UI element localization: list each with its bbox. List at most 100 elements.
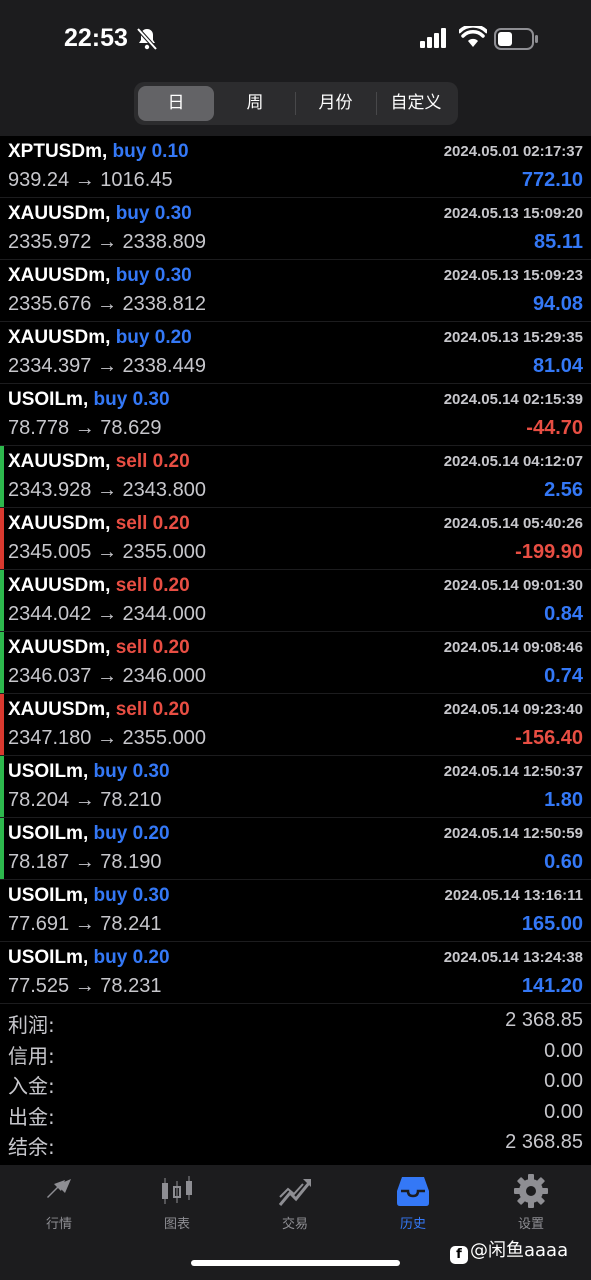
deal-prices: 2343.928 → 2343.800 [8, 479, 206, 502]
period-segmented-control: 日 周 月份 自定义 [134, 82, 458, 125]
deal-open-price: 2347.180 [8, 727, 92, 749]
deal-symbol-line: XAUUSDm, buy 0.20 [8, 327, 192, 349]
deal-symbol: USOILm [8, 389, 83, 410]
deal-symbol: XAUUSDm [8, 203, 106, 224]
deal-volume: 0.20 [152, 699, 190, 720]
deal-open-price: 78.204 [8, 789, 70, 811]
deal-close-price: 78.190 [100, 851, 162, 873]
deal-side: buy [112, 141, 147, 162]
tab-label: 历史 [399, 1217, 426, 1232]
deal-open-price: 2335.972 [8, 231, 92, 253]
deal-comma: , [101, 141, 113, 162]
segment-week[interactable]: 周 [216, 86, 294, 121]
deal-row[interactable]: XPTUSDm, buy 0.10 2024.05.01 02:17:37 939.… [0, 136, 591, 198]
deal-comma: , [105, 699, 116, 720]
deal-symbol-line: XAUUSDm, sell 0.20 [8, 451, 190, 473]
deal-row[interactable]: USOILm, buy 0.20 2024.05.14 12:50:59 78.18… [0, 818, 591, 880]
deal-close-price: 1016.45 [100, 169, 173, 191]
tab-chart[interactable]: 图表 [118, 1165, 236, 1235]
deal-prices: 78.778 → 78.629 [8, 417, 161, 440]
segment-custom[interactable]: 自定义 [377, 86, 455, 121]
deal-side: sell [115, 699, 148, 720]
deal-prices: 2335.972 → 2338.809 [8, 231, 206, 254]
arrow-right-icon: → [74, 975, 95, 997]
deal-comma: , [105, 513, 116, 534]
deal-row[interactable]: XAUUSDm, sell 0.20 2024.05.14 09:23:40 234… [0, 694, 591, 756]
deal-row[interactable]: XAUUSDm, sell 0.20 2024.05.14 09:08:46 234… [0, 632, 591, 694]
deal-comma: , [105, 575, 116, 596]
deal-comma: , [105, 637, 116, 658]
deal-symbol-line: XPTUSDm, buy 0.10 [8, 141, 189, 163]
deal-side: buy [93, 885, 128, 906]
tab-history[interactable]: 历史 [354, 1165, 472, 1235]
deal-symbol: XAUUSDm [8, 513, 106, 534]
deal-volume: 0.20 [152, 451, 190, 472]
deal-prices: 2347.180 → 2355.000 [8, 727, 206, 750]
deal-row[interactable]: XAUUSDm, buy 0.30 2024.05.13 15:09:23 2335… [0, 260, 591, 322]
deal-side: sell [115, 451, 148, 472]
deal-row[interactable]: USOILm, buy 0.30 2024.05.14 13:16:11 77.69… [0, 880, 591, 942]
deal-row[interactable]: XAUUSDm, sell 0.20 2024.05.14 04:12:07 234… [0, 446, 591, 508]
deal-profit: 141.20 [521, 975, 583, 997]
status-bar: 22:53 [0, 0, 591, 80]
deal-open-price: 2343.928 [8, 479, 92, 501]
deal-side: sell [115, 513, 148, 534]
deal-status-bar [0, 446, 4, 507]
deal-close-price: 78.629 [100, 417, 162, 439]
deal-symbol: XAUUSDm [8, 265, 106, 286]
deal-comma: , [105, 327, 116, 348]
segment-day[interactable]: 日 [138, 86, 214, 121]
deal-datetime: 2024.05.14 09:01:30 [443, 577, 583, 594]
deal-profit: 165.00 [521, 913, 583, 935]
deal-profit: 0.60 [544, 851, 583, 873]
deal-side: buy [115, 203, 150, 224]
arrow-right-icon: → [96, 541, 117, 563]
summary-value: 0.00 [544, 1039, 583, 1062]
deal-row[interactable]: USOILm, buy 0.30 2024.05.14 02:15:39 78.77… [0, 384, 591, 446]
deal-datetime: 2024.05.14 05:40:26 [443, 515, 583, 532]
segment-month[interactable]: 月份 [296, 86, 375, 121]
deal-row[interactable]: XAUUSDm, buy 0.20 2024.05.13 15:29:35 2334… [0, 322, 591, 384]
deal-prices: 939.24 → 1016.45 [8, 169, 173, 192]
deal-profit: 0.74 [544, 665, 583, 687]
deal-profit: 85.11 [534, 231, 583, 253]
deal-profit: -44.70 [526, 417, 583, 439]
deal-symbol: XAUUSDm [8, 327, 106, 348]
deal-close-price: 2343.800 [122, 479, 206, 501]
history-tray-icon [397, 1177, 429, 1206]
deal-volume: 0.20 [152, 575, 190, 596]
tab-settings[interactable]: 设置 [472, 1165, 590, 1235]
xianyu-logo-icon: f [450, 1246, 468, 1264]
deal-symbol-line: USOILm, buy 0.30 [8, 389, 170, 411]
arrow-right-icon: → [74, 417, 95, 439]
deal-prices: 78.187 → 78.190 [8, 851, 161, 874]
deal-close-price: 2338.809 [122, 231, 206, 253]
deal-symbol-line: XAUUSDm, sell 0.20 [8, 513, 190, 535]
tab-trade[interactable]: 交易 [236, 1165, 354, 1235]
summary-label: 出金: [8, 1104, 55, 1129]
deal-volume: 0.20 [154, 327, 192, 348]
arrow-right-icon: → [96, 479, 117, 501]
deal-volume: 0.20 [132, 947, 170, 968]
summary-label: 信用: [8, 1043, 55, 1068]
deal-volume: 0.30 [132, 389, 170, 410]
deal-row[interactable]: XAUUSDm, buy 0.30 2024.05.13 15:09:20 2335… [0, 198, 591, 260]
deal-row[interactable]: USOILm, buy 0.20 2024.05.14 13:24:38 77.52… [0, 942, 591, 1004]
tab-quotes[interactable]: 行情 [0, 1165, 118, 1235]
deal-close-price: 2346.000 [122, 665, 206, 687]
deal-row[interactable]: USOILm, buy 0.30 2024.05.14 12:50:37 78.20… [0, 756, 591, 818]
deal-comma: , [105, 265, 116, 286]
summary-value: 2 368.85 [505, 1009, 583, 1031]
arrow-right-icon: → [74, 789, 95, 811]
deal-row[interactable]: XAUUSDm, sell 0.20 2024.05.14 09:01:30 234… [0, 570, 591, 632]
home-indicator[interactable] [191, 1260, 400, 1266]
deal-datetime: 2024.05.14 13:24:38 [443, 949, 583, 966]
deal-symbol: USOILm [8, 761, 83, 782]
arrow-right-icon: → [96, 603, 117, 625]
deal-symbol-line: XAUUSDm, buy 0.30 [8, 265, 192, 287]
deal-comma: , [105, 451, 116, 472]
deal-datetime: 2024.05.14 09:23:40 [443, 701, 583, 718]
summary-label: 结余: [8, 1135, 55, 1159]
trade-chart-icon [278, 1179, 311, 1206]
deal-row[interactable]: XAUUSDm, sell 0.20 2024.05.14 05:40:26 234… [0, 508, 591, 570]
